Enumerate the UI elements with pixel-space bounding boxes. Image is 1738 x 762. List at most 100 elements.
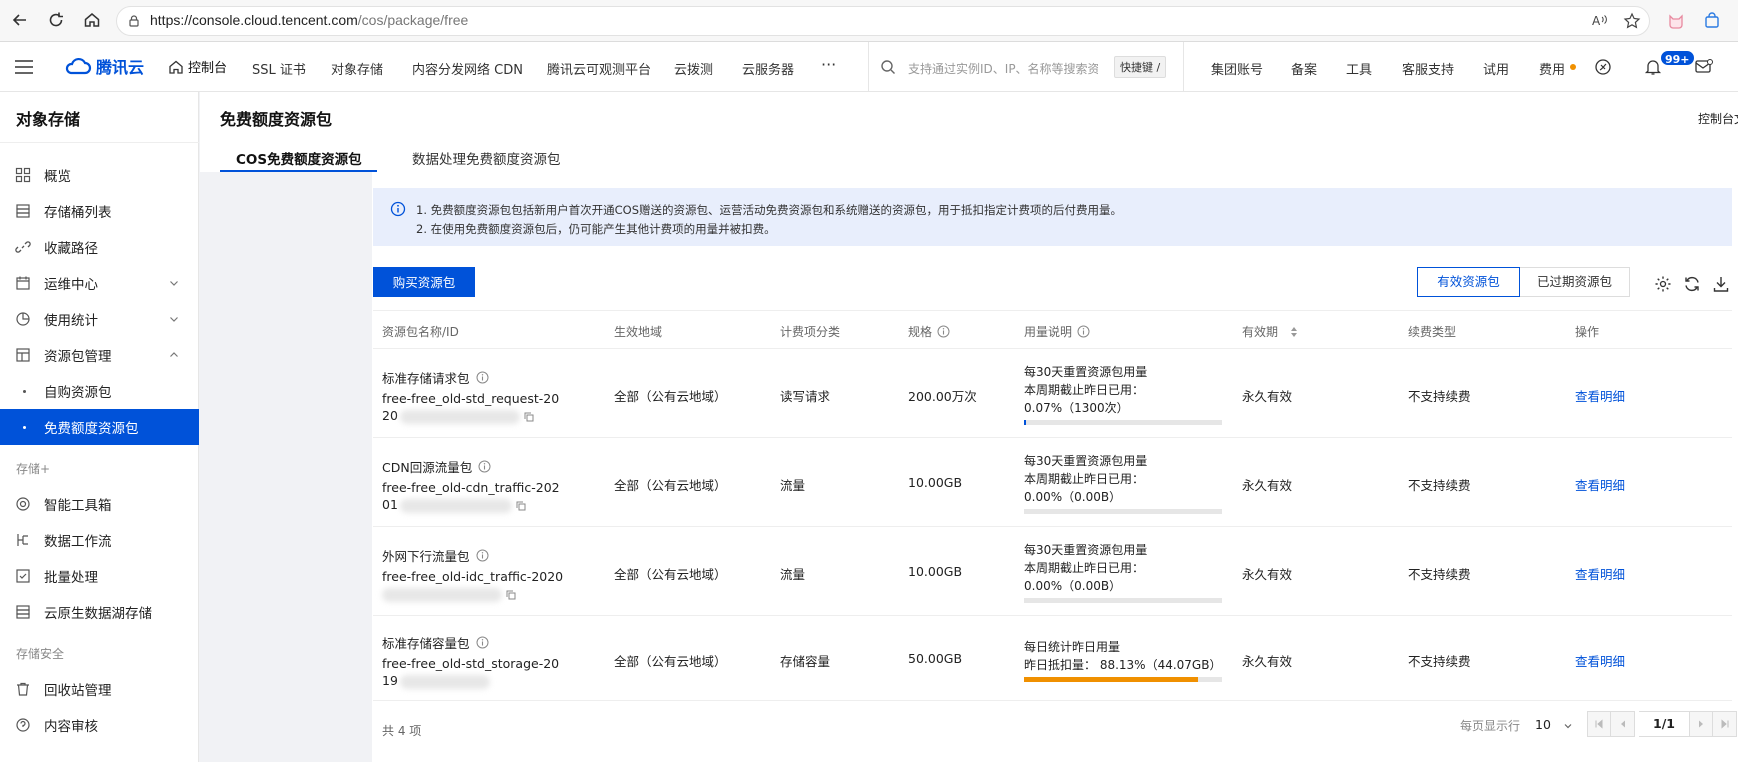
nav-cos[interactable]: 对象存储 — [331, 59, 383, 78]
info-circle-icon[interactable] — [476, 371, 489, 384]
nav-trial[interactable]: 试用 — [1483, 59, 1509, 78]
favorite-star-icon[interactable] — [1622, 11, 1642, 31]
sidebar-item-bucket-list[interactable]: 存储桶列表 — [0, 193, 199, 229]
row-spec: 10.00GB — [908, 475, 963, 490]
next-page-button[interactable] — [1689, 711, 1713, 737]
sidebar-item-label: 收藏路径 — [44, 241, 98, 257]
expired-packages-tab[interactable]: 已过期资源包 — [1520, 267, 1630, 297]
row-usage: 每30天重置资源包用量 本周期截止昨日已用： 0.00%（0.00B） — [1024, 541, 1222, 603]
info-circle-icon[interactable] — [476, 636, 489, 649]
col-header-renewal: 续费类型 — [1408, 323, 1456, 340]
row-renewal: 不支持续费 — [1408, 654, 1471, 669]
nav-console-label: 控制台 — [188, 61, 228, 76]
read-aloud-icon[interactable]: A — [1590, 11, 1610, 31]
back-icon[interactable] — [8, 8, 32, 32]
nav-icp[interactable]: 备案 — [1291, 59, 1317, 78]
buy-package-button[interactable]: 购买资源包 — [373, 267, 475, 297]
last-page-button[interactable] — [1713, 711, 1737, 737]
sidebar-item-batch-ops[interactable]: 批量处理 — [0, 558, 199, 594]
sidebar-title: 对象存储 — [16, 110, 81, 129]
info-circle-icon[interactable] — [476, 549, 489, 562]
info-circle-icon[interactable] — [478, 460, 491, 473]
sidebar-item-usage-stats[interactable]: 使用统计 — [0, 301, 199, 337]
per-page-select[interactable]: 10 — [1535, 717, 1573, 732]
package-name: CDN回源流量包 — [382, 457, 560, 476]
first-page-button[interactable] — [1587, 711, 1611, 737]
package-id-line: free-free_old-cdn_traffic-202 — [382, 480, 560, 495]
download-icon[interactable] — [1712, 275, 1730, 293]
nav-group-account[interactable]: 集团账号 — [1211, 59, 1263, 78]
site-info-icon[interactable] — [124, 11, 144, 31]
home-icon[interactable] — [80, 8, 104, 32]
nav-cdn[interactable]: 内容分发网络 CDN — [412, 59, 523, 78]
tencent-cloud-logo[interactable]: 腾讯云 — [64, 54, 144, 78]
col-header-label: 生效地域 — [614, 325, 663, 339]
tab-cos-free-packages[interactable]: COS免费额度资源包 — [236, 148, 362, 168]
nav-support[interactable]: 客服支持 — [1402, 59, 1454, 78]
col-header-label: 计费项分类 — [780, 325, 841, 339]
col-header-label: 操作 — [1575, 325, 1600, 339]
view-details-link[interactable]: 查看明细 — [1575, 564, 1625, 583]
link-icon — [14, 238, 32, 256]
nav-billing[interactable]: 费用 — [1539, 59, 1565, 78]
page-indicator: 1/1 — [1639, 711, 1689, 737]
view-details-link[interactable]: 查看明细 — [1575, 475, 1625, 494]
view-details-link[interactable]: 查看明细 — [1575, 651, 1625, 670]
reload-icon[interactable] — [44, 8, 68, 32]
per-page-value: 10 — [1535, 717, 1551, 732]
info-circle-icon[interactable] — [937, 325, 950, 338]
valid-packages-tab[interactable]: 有效资源包 — [1417, 267, 1520, 297]
package-name-text: 外网下行流量包 — [382, 549, 470, 564]
sort-icon[interactable] — [1290, 326, 1298, 338]
table-row: CDN回源流量包 free-free_old-cdn_traffic-202 0… — [382, 457, 560, 513]
copy-icon[interactable] — [524, 412, 534, 422]
sidebar-item-smart-toolbox[interactable]: 智能工具箱 — [0, 486, 199, 522]
tab-data-processing-free-packages[interactable]: 数据处理免费额度资源包 — [412, 148, 561, 168]
sidebar-item-purchased-packages[interactable]: 自购资源包 — [0, 373, 199, 409]
view-details-link[interactable]: 查看明细 — [1575, 386, 1625, 405]
row-spec: 200.00万次 — [908, 389, 977, 404]
nav-observability[interactable]: 腾讯云可观测平台 — [547, 59, 651, 78]
console-docs-link[interactable]: 控制台文 — [1698, 110, 1738, 127]
sidebar-item-free-packages[interactable]: 免费额度资源包 — [0, 409, 199, 445]
trash-icon — [14, 680, 32, 698]
sidebar-item-label: 自购资源包 — [44, 385, 112, 401]
package-name: 标准存储请求包 — [382, 368, 559, 387]
menu-hamburger-icon[interactable] — [14, 59, 34, 75]
sidebar-item-favorites[interactable]: 收藏路径 — [0, 229, 199, 265]
nav-console[interactable]: 控制台 — [168, 57, 227, 76]
usage-subtitle: 本周期截止昨日已用： — [1024, 383, 1145, 397]
ai-assistant-icon[interactable] — [1594, 58, 1612, 76]
sidebar-item-data-lake[interactable]: 云原生数据湖存储 — [0, 594, 199, 630]
nav-tools[interactable]: 工具 — [1346, 59, 1372, 78]
col-header-validity[interactable]: 有效期 — [1242, 323, 1298, 340]
table-header-border — [373, 348, 1732, 349]
row-divider — [373, 700, 1732, 701]
copy-icon[interactable] — [506, 590, 516, 600]
extension-bag-icon[interactable] — [1702, 11, 1722, 31]
nav-more[interactable]: ··· — [821, 55, 836, 74]
sidebar-item-recycle-bin[interactable]: 回收站管理 — [0, 671, 199, 707]
shortcut-hint: 快捷键 / — [1114, 56, 1167, 78]
sidebar-item-content-moderation[interactable]: 内容审核 — [0, 707, 199, 743]
global-search-input[interactable]: 支持通过实例ID、IP、名称等搜索资源 — [908, 60, 1098, 77]
settings-gear-icon[interactable] — [1654, 275, 1672, 293]
prev-page-button[interactable] — [1611, 711, 1635, 737]
refresh-icon[interactable] — [1683, 275, 1701, 293]
notice-line-2: 2. 在使用免费额度资源包后，仍可能产生其他计费项的用量并被扣费。 — [416, 222, 776, 236]
info-circle-icon[interactable] — [1077, 325, 1090, 338]
sidebar-item-data-workflow[interactable]: 数据工作流 — [0, 522, 199, 558]
copy-icon[interactable] — [516, 501, 526, 511]
last-page-icon — [1721, 719, 1728, 729]
nav-cvm[interactable]: 云服务器 — [742, 59, 794, 78]
extension-cat-icon[interactable] — [1666, 11, 1686, 31]
message-icon[interactable] — [1694, 57, 1714, 77]
row-divider — [373, 526, 1732, 527]
nav-dial-test[interactable]: 云拨测 — [674, 59, 713, 78]
sidebar-item-overview[interactable]: 概览 — [0, 157, 199, 193]
sidebar-item-package-mgmt[interactable]: 资源包管理 — [0, 337, 199, 373]
sidebar-item-ops-center[interactable]: 运维中心 — [0, 265, 199, 301]
row-validity: 永久有效 — [1242, 567, 1293, 582]
sidebar-item-label: 内容审核 — [44, 719, 98, 735]
nav-ssl[interactable]: SSL 证书 — [252, 59, 306, 78]
